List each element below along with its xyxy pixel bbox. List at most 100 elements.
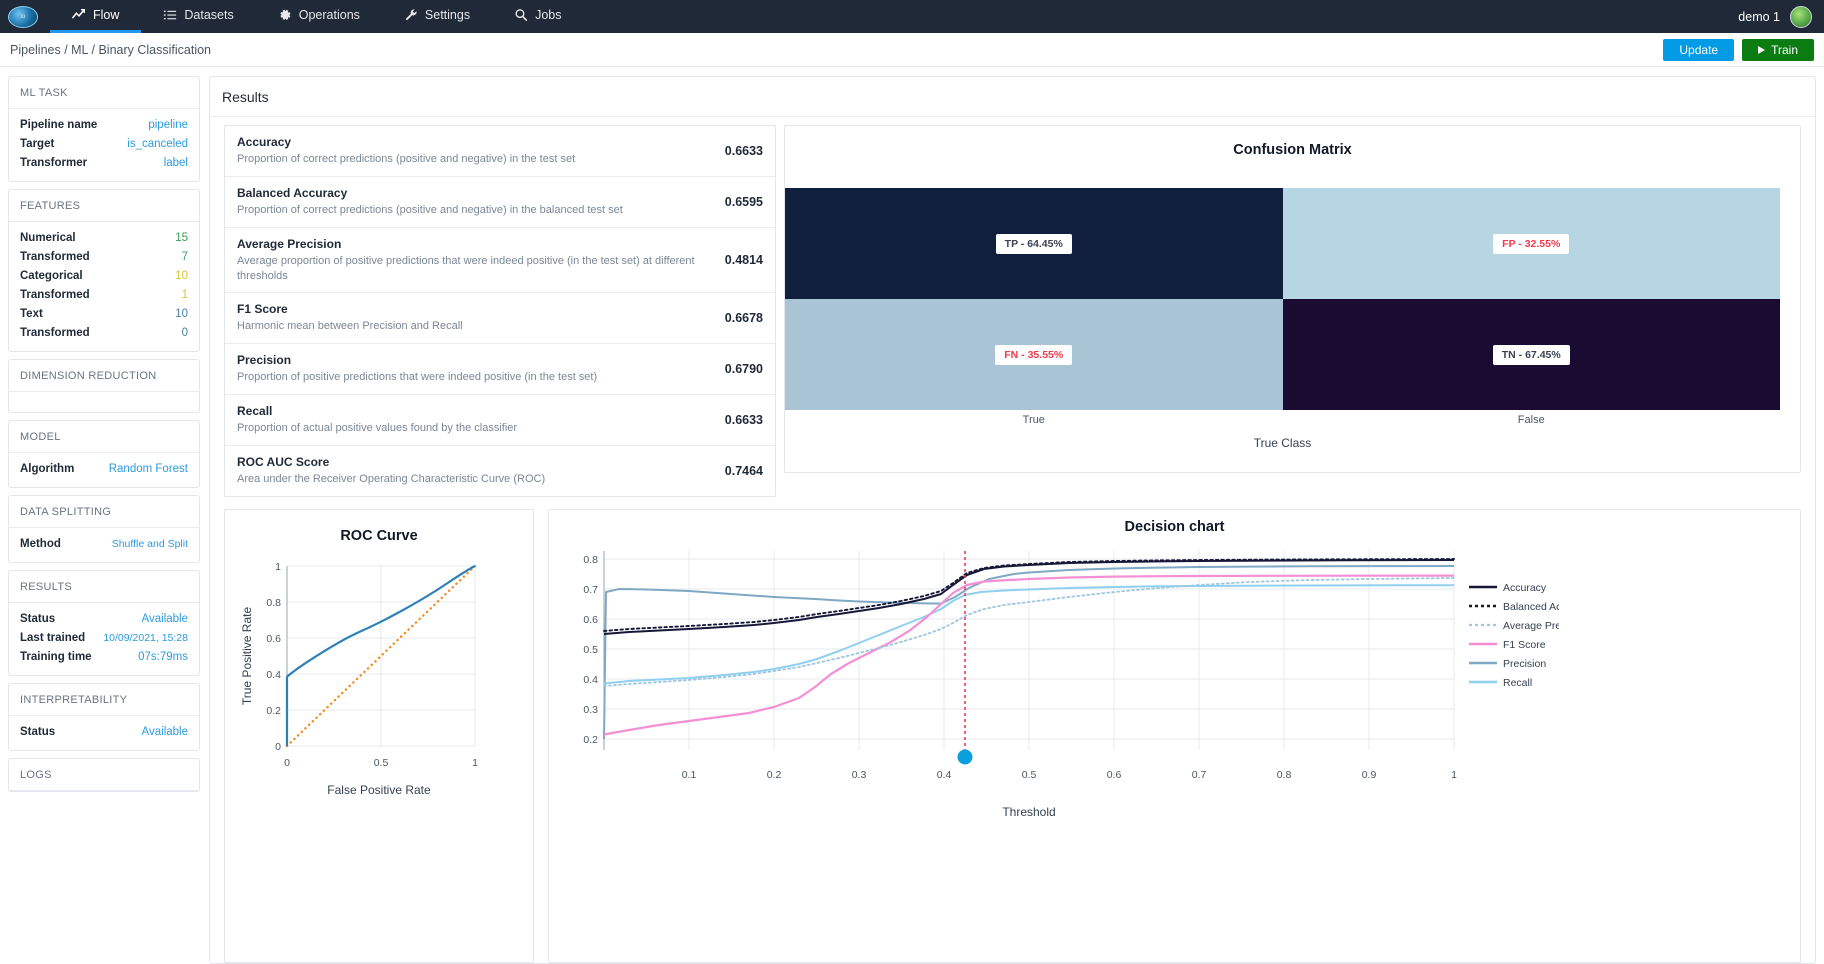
row-key: Transformer [20, 156, 88, 169]
sidebar-row: Last trained 10/09/2021, 15:28 [20, 628, 188, 647]
train-button-label: Train [1771, 42, 1798, 57]
table-row[interactable]: ROC AUC Score Area under the Receiver Op… [225, 446, 775, 496]
metric-name: F1 Score [237, 302, 288, 317]
dc-ytick: 0.7 [583, 584, 598, 596]
nav-item-flow[interactable]: Flow [50, 0, 142, 33]
table-row[interactable]: Precision Proportion of positive predict… [225, 344, 775, 396]
row-key: Text [20, 307, 43, 320]
metric-name: Recall [237, 404, 273, 419]
sidebar-section-logs[interactable]: LOGS [8, 758, 200, 792]
confusion-matrix-grid: TP - 64.45% FP - 32.55% FN - 35.55% TN -… [785, 188, 1780, 410]
sidebar-section-interpretability: INTERPRETABILITY Status Available [8, 683, 200, 751]
row-key: Method [20, 537, 61, 550]
legend-label-precision[interactable]: Precision [1503, 658, 1546, 670]
dc-ytick: 0.6 [583, 614, 598, 626]
metric-text: Balanced Accuracy Proportion of correct … [237, 186, 705, 218]
nav-item-flow-label: Flow [93, 8, 120, 22]
decision-chart-title: Decision chart [1124, 518, 1225, 535]
roc-xtick: 1 [472, 757, 478, 769]
sidebar-row: Text 10 [20, 304, 188, 323]
sidebar-row: Method Shuffle and Split [20, 534, 188, 553]
cm-label-tp: TP - 64.45% [995, 233, 1072, 254]
row-value[interactable]: Random Forest [109, 463, 188, 475]
dc-xlabel: Threshold [1002, 805, 1055, 819]
dc-xtick: 0.3 [852, 769, 867, 781]
breadcrumb-bar: Pipelines / ML / Binary Classification U… [0, 33, 1824, 67]
cm-cell-fp: FP - 32.55% [1282, 188, 1780, 299]
decision-chart: Decision chart 0.8 0.7 0.6 0.5 0.4 0.3 0… [548, 508, 1801, 963]
legend-label-balanced-accuracy[interactable]: Balanced Accuracy [1503, 601, 1559, 613]
row-value: 10/09/2021, 15:28 [103, 631, 188, 644]
status-badge: Available [141, 725, 188, 738]
section-title-logs: LOGS [9, 759, 199, 791]
roc-ytick: 0.8 [266, 597, 281, 609]
nav-item-jobs[interactable]: Jobs [492, 0, 583, 33]
table-row[interactable]: Balanced Accuracy Proportion of correct … [225, 177, 775, 228]
row-value[interactable]: is_canceled [127, 138, 188, 150]
metric-description: Average proportion of positive predictio… [237, 254, 695, 282]
nav-item-settings[interactable]: Settings [382, 0, 492, 33]
legend-label-recall[interactable]: Recall [1503, 677, 1532, 689]
sidebar-section-features: FEATURES Numerical 15 Transformed 7 Cate… [8, 189, 200, 352]
sidebar-section-model: MODEL Algorithm Random Forest [8, 420, 200, 488]
row-key: Pipeline name [20, 118, 98, 131]
cm-xtick-true: True [1022, 414, 1045, 426]
dc-ytick: 0.3 [583, 704, 598, 716]
confusion-matrix-xticks: True False [785, 414, 1780, 426]
train-button[interactable]: Train [1742, 38, 1814, 61]
sidebar: ML TASK Pipeline name pipeline Target is… [8, 76, 200, 964]
metric-description: Harmonic mean between Precision and Reca… [237, 320, 463, 333]
table-row[interactable]: Recall Proportion of actual positive val… [225, 395, 775, 446]
sidebar-section-data-splitting: DATA SPLITTING Method Shuffle and Split [8, 495, 200, 563]
row-value[interactable]: label [164, 157, 188, 169]
nav-item-datasets[interactable]: Datasets [141, 0, 255, 33]
results-panel: Results Accuracy Proportion of correct p… [209, 76, 1816, 964]
sidebar-row: Algorithm Random Forest [20, 459, 188, 478]
metric-text: F1 Score Harmonic mean between Precision… [237, 302, 705, 334]
sidebar-row: Transformer label [20, 153, 188, 172]
row-value[interactable]: Shuffle and Split [112, 538, 188, 550]
roc-xlabel: False Positive Rate [327, 783, 431, 797]
confusion-matrix-plot: Predicted Class TP - 64.45% FP - 32.55% … [785, 188, 1800, 472]
metric-value: 0.4814 [724, 253, 763, 268]
nav-item-operations[interactable]: Operations [256, 0, 382, 33]
table-row[interactable]: F1 Score Harmonic mean between Precision… [225, 293, 775, 345]
legend-label-average-precision[interactable]: Average Precision [1503, 620, 1559, 632]
update-button[interactable]: Update [1663, 38, 1735, 61]
nav-item-settings-label: Settings [424, 8, 471, 22]
sidebar-row: Status Available [20, 609, 188, 628]
app-logo[interactable]: io [0, 0, 50, 33]
avatar[interactable] [1790, 5, 1812, 28]
threshold-marker-handle[interactable] [957, 749, 973, 765]
legend-label-f1[interactable]: F1 Score [1503, 639, 1546, 651]
metric-value: 0.6633 [724, 143, 763, 158]
dc-ytick: 0.4 [583, 674, 598, 686]
sidebar-row: Categorical 10 [20, 266, 188, 285]
status-badge: Available [141, 612, 188, 625]
row-key: Transformed [20, 250, 90, 263]
table-row[interactable]: Accuracy Proportion of correct predictio… [225, 126, 775, 177]
cm-label-fp: FP - 32.55% [1493, 233, 1570, 254]
row-key: Transformed [20, 288, 90, 301]
sidebar-row: Transformed 0 [20, 323, 188, 342]
magnifier-icon [514, 8, 528, 22]
row-value[interactable]: pipeline [148, 119, 188, 131]
cm-label-tn: TN - 67.45% [1492, 344, 1570, 365]
metric-text: Average Precision Average proportion of … [237, 237, 705, 284]
dc-ytick: 0.5 [583, 644, 598, 656]
roc-ytick: 0.6 [266, 633, 281, 645]
table-row[interactable]: Average Precision Average proportion of … [225, 228, 775, 294]
dc-ytick: 0.8 [583, 554, 598, 566]
roc-xtick: 0.5 [374, 757, 389, 769]
section-body-dimension-reduction [9, 392, 199, 412]
bottom-charts-row: ROC Curve 1 0.8 0.6 0.4 0.2 0 0 0.5 1 Fa… [210, 497, 1815, 963]
legend-label-accuracy[interactable]: Accuracy [1503, 582, 1547, 594]
row-key: Algorithm [20, 462, 75, 475]
row-value: 10 [175, 307, 188, 320]
section-title-results: RESULTS [9, 571, 199, 603]
dc-xtick: 0.7 [1192, 769, 1207, 781]
row-value: 07s:79ms [138, 650, 188, 663]
metric-name: Balanced Accuracy [237, 185, 348, 200]
play-icon [1758, 45, 1766, 54]
breadcrumb[interactable]: Pipelines / ML / Binary Classification [10, 43, 211, 57]
